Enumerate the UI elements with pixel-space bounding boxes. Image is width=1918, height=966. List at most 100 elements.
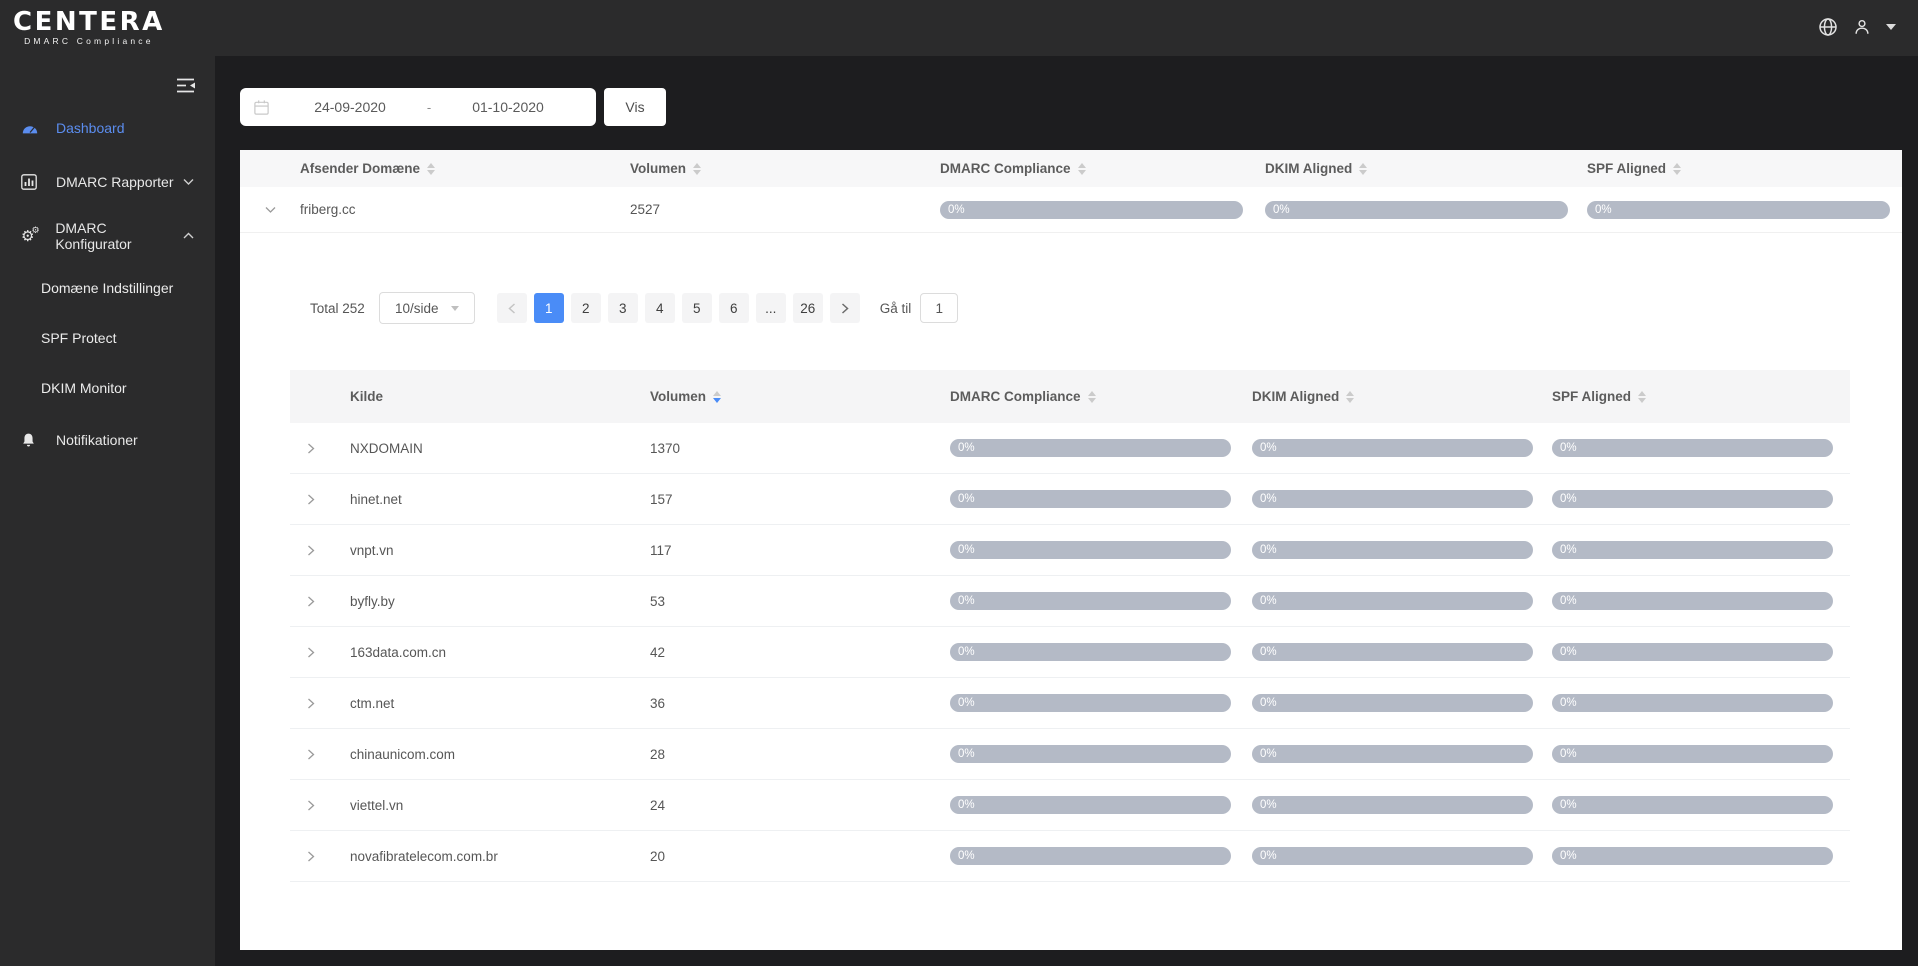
source-row: viettel.vn 24 0% 0% 0% [290,780,1850,831]
dmarc-compliance-progressbar: 0% [950,439,1231,457]
sidebar-collapse-icon[interactable] [177,78,196,93]
sidebar-item-dmarc-konfigurator[interactable]: ⚙⚙ DMARC Konfigurator [0,209,215,263]
expand-chevron-right-icon[interactable] [290,749,350,760]
calendar-icon [253,99,270,116]
sidebar-subitem-label: Domæne Indstillinger [41,280,173,296]
expand-chevron-down-icon[interactable] [240,206,300,214]
bell-icon [21,432,45,449]
sidebar-item-dmarc-rapporter[interactable]: DMARC Rapporter [0,155,215,209]
sort-icon[interactable] [1638,391,1646,403]
column-header-kilde: Kilde [350,389,383,404]
brand-tagline: DMARC Compliance [13,36,165,46]
source-name: vnpt.vn [350,543,650,558]
domains-table-header: Afsender Domæne Volumen DMARC Compliance… [240,150,1902,187]
page-button[interactable]: 1 [534,293,564,323]
chevron-up-icon [183,232,194,240]
expand-chevron-right-icon[interactable] [290,800,350,811]
chevron-down-icon [183,178,194,186]
source-volume: 1370 [650,441,950,456]
expand-chevron-right-icon[interactable] [290,851,350,862]
spf-aligned-progressbar: 0% [1552,490,1833,508]
pagination-total: Total 252 [310,301,365,316]
domain-volume: 2527 [630,202,940,217]
end-date-input[interactable] [444,98,572,116]
next-page-button[interactable] [830,293,860,323]
goto-label: Gå til [880,301,912,316]
page-button[interactable]: 2 [571,293,601,323]
source-name: ctm.net [350,696,650,711]
prev-page-button[interactable] [497,293,527,323]
dkim-aligned-progressbar: 0% [1252,796,1533,814]
page-ellipsis-button[interactable]: ... [756,293,786,323]
sidebar-subitem-dkim-monitor[interactable]: DKIM Monitor [0,363,215,413]
date-separator: - [414,100,444,115]
start-date-input[interactable] [286,98,414,116]
column-header-afsender-domaene: Afsender Domæne [300,161,420,176]
sort-icon[interactable] [693,163,701,175]
page-size-select[interactable]: 10/side [379,292,475,324]
caret-down-icon[interactable] [1886,24,1896,30]
gears-icon: ⚙⚙ [21,229,44,244]
sort-icon[interactable] [1088,391,1096,403]
expand-chevron-right-icon[interactable] [290,647,350,658]
sort-icon-active[interactable] [713,391,721,403]
expand-chevron-right-icon[interactable] [290,443,350,454]
date-range-picker[interactable]: - [240,88,596,126]
dmarc-compliance-progressbar: 0% [940,201,1243,219]
sidebar: Dashboard DMARC Rapporter ⚙⚙ DMARC Konfi… [0,56,215,966]
domains-table-body: friberg.cc 2527 0% 0% 0% [240,187,1902,233]
globe-icon[interactable] [1818,17,1838,37]
sidebar-item-notifikationer[interactable]: Notifikationer [0,413,215,467]
column-header-dkim-aligned: DKIM Aligned [1265,161,1352,176]
source-row: 163data.com.cn 42 0% 0% 0% [290,627,1850,678]
page-buttons: 1 2 3 4 5 6 ... 26 [497,293,860,323]
page-button[interactable]: 26 [793,293,823,323]
spf-aligned-progressbar: 0% [1552,796,1833,814]
sort-icon[interactable] [1359,163,1367,175]
spf-aligned-progressbar: 0% [1552,694,1833,712]
brand-name: CENTERA [13,8,165,36]
sources-table-body: NXDOMAIN 1370 0% 0% 0% hinet.net 157 0% … [290,423,1850,882]
sidebar-item-dashboard[interactable]: Dashboard [0,101,215,155]
page-button[interactable]: 5 [682,293,712,323]
dmarc-compliance-progressbar: 0% [950,745,1231,763]
source-volume: 157 [650,492,950,507]
source-row: byfly.by 53 0% 0% 0% [290,576,1850,627]
user-icon[interactable] [1853,18,1871,36]
sort-icon[interactable] [1673,163,1681,175]
expand-chevron-right-icon[interactable] [290,596,350,607]
expand-chevron-right-icon[interactable] [290,494,350,505]
sort-icon[interactable] [1078,163,1086,175]
date-range-bar: - Vis [240,88,666,126]
vis-button[interactable]: Vis [604,88,666,126]
page-button[interactable]: 4 [645,293,675,323]
dkim-aligned-progressbar: 0% [1252,439,1533,457]
goto-page-input[interactable] [920,293,958,323]
expand-chevron-right-icon[interactable] [290,698,350,709]
sort-icon[interactable] [427,163,435,175]
source-row: chinaunicom.com 28 0% 0% 0% [290,729,1850,780]
source-volume: 117 [650,543,950,558]
spf-aligned-progressbar: 0% [1552,541,1833,559]
source-name: 163data.com.cn [350,645,650,660]
spf-aligned-progressbar: 0% [1552,643,1833,661]
sidebar-subitem-spf-protect[interactable]: SPF Protect [0,313,215,363]
sort-icon[interactable] [1346,391,1354,403]
dmarc-compliance-progressbar: 0% [950,694,1231,712]
source-row: ctm.net 36 0% 0% 0% [290,678,1850,729]
page-button[interactable]: 3 [608,293,638,323]
domain-name: friberg.cc [300,202,630,217]
dmarc-compliance-progressbar: 0% [950,643,1231,661]
column-header-volumen: Volumen [630,161,686,176]
sidebar-item-label: Notifikationer [56,432,138,448]
column-header-spf-aligned: SPF Aligned [1587,161,1666,176]
sidebar-item-label: DMARC Rapporter [56,174,173,190]
dashboard-icon [21,121,45,135]
content-panel: Afsender Domæne Volumen DMARC Compliance… [240,150,1902,950]
page-button[interactable]: 6 [719,293,749,323]
source-name: novafibratelecom.com.br [350,849,650,864]
sidebar-subitem-domaene-indstillinger[interactable]: Domæne Indstillinger [0,263,215,313]
dmarc-compliance-progressbar: 0% [950,847,1231,865]
domain-row: friberg.cc 2527 0% 0% 0% [240,187,1902,233]
expand-chevron-right-icon[interactable] [290,545,350,556]
